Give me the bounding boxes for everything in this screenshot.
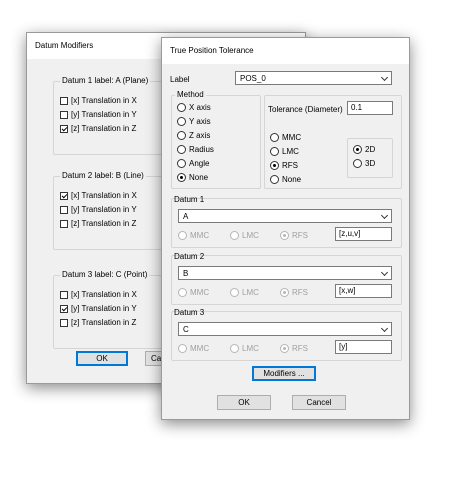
datum-2-section: Datum 2 B MMC LMC RFS [x,w] (171, 252, 402, 305)
method-z-axis-radio[interactable]: Z axis (177, 131, 210, 140)
tpt-title: True Position Tolerance (170, 46, 254, 55)
datum-3-combobox[interactable]: C (178, 322, 392, 336)
tolerance-input[interactable]: 0.1 (347, 101, 393, 115)
material-rfs-radio[interactable]: RFS (270, 161, 298, 170)
datum-3-caption: Datum 3 (174, 308, 205, 317)
datum-1-caption: Datum 1 (174, 195, 205, 204)
label-caption: Label (170, 75, 190, 84)
dimension-3d-radio[interactable]: 3D (353, 159, 375, 168)
datum-3-lmc-radio[interactable]: LMC (230, 344, 259, 353)
datum-3-rfs-radio[interactable]: RFS (280, 344, 308, 353)
chevron-down-icon[interactable] (380, 211, 389, 220)
chevron-down-icon[interactable] (380, 268, 389, 277)
datum-3-translation-z-checkbox[interactable]: [z] Translation in Z (60, 318, 136, 327)
datum-1-mmc-radio[interactable]: MMC (178, 231, 209, 240)
datum-2-rfs-radio[interactable]: RFS (280, 288, 308, 297)
modifiers-button[interactable]: Modifiers ... (252, 366, 316, 381)
checkbox-box[interactable] (60, 96, 68, 105)
chevron-down-icon[interactable] (380, 324, 389, 333)
tolerance-caption: Tolerance (Diameter) (268, 105, 343, 114)
dimension-2d-radio[interactable]: 2D (353, 145, 375, 154)
datum-1-rfs-radio[interactable]: RFS (280, 231, 308, 240)
datum-3-group-label: Datum 3 label: C (Point) (60, 270, 150, 279)
datum-3-group: Datum 3 label: C (Point) [x] Translation… (53, 270, 175, 349)
material-none-radio[interactable]: None (270, 175, 301, 184)
datum-1-translation-x-checkbox[interactable]: [x] Translation in X (60, 96, 137, 105)
datum-2-mmc-radio[interactable]: MMC (178, 288, 209, 297)
datum-2-group: Datum 2 label: B (Line) [x] Translation … (53, 171, 175, 250)
checkbox-box[interactable] (60, 191, 68, 200)
checkbox-box[interactable] (60, 219, 68, 228)
checkbox-box[interactable] (60, 110, 68, 119)
datum-2-modifier-field: [x,w] (335, 284, 392, 298)
tpt-ok-button[interactable]: OK (217, 395, 271, 410)
datum-1-group-label: Datum 1 label: A (Plane) (60, 76, 151, 85)
datum-3-translation-x-checkbox[interactable]: [x] Translation in X (60, 290, 137, 299)
material-lmc-radio[interactable]: LMC (270, 147, 299, 156)
checkbox-box[interactable] (60, 290, 68, 299)
tpt-cancel-button[interactable]: Cancel (292, 395, 346, 410)
datum-3-section: Datum 3 C MMC LMC RFS [y] (171, 308, 402, 361)
tpt-titlebar[interactable]: True Position Tolerance (162, 38, 409, 64)
datum-modifiers-title: Datum Modifiers (35, 41, 94, 50)
material-mmc-radio[interactable]: MMC (270, 133, 301, 142)
checkbox-box[interactable] (60, 205, 68, 214)
datum-1-section: Datum 1 A MMC LMC RFS [z,u,v] (171, 195, 402, 248)
datum-2-translation-y-checkbox[interactable]: [y] Translation in Y (60, 205, 137, 214)
datum-2-translation-z-checkbox[interactable]: [z] Translation in Z (60, 219, 136, 228)
tolerance-group: Tolerance (Diameter) 0.1 MMC LMC RFS Non… (264, 95, 402, 189)
datum-3-translation-y-checkbox[interactable]: [y] Translation in Y (60, 304, 137, 313)
datum-1-translation-z-checkbox[interactable]: [z] Translation in Z (60, 124, 136, 133)
datum-1-combobox[interactable]: A (178, 209, 392, 223)
method-angle-radio[interactable]: Angle (177, 159, 209, 168)
method-group: Method X axis Y axis Z axis Radius Angle… (171, 90, 261, 189)
datum-1-modifier-field: [z,u,v] (335, 227, 392, 241)
chevron-down-icon[interactable] (380, 73, 389, 82)
datum-2-group-label: Datum 2 label: B (Line) (60, 171, 146, 180)
datum-modifiers-ok-button[interactable]: OK (76, 351, 128, 366)
datum-2-lmc-radio[interactable]: LMC (230, 288, 259, 297)
method-x-axis-radio[interactable]: X axis (177, 103, 211, 112)
dimension-group: 2D 3D (347, 138, 393, 178)
method-radius-radio[interactable]: Radius (177, 145, 214, 154)
datum-3-mmc-radio[interactable]: MMC (178, 344, 209, 353)
datum-2-caption: Datum 2 (174, 252, 205, 261)
datum-1-lmc-radio[interactable]: LMC (230, 231, 259, 240)
checkbox-box[interactable] (60, 318, 68, 327)
datum-3-modifier-field: [y] (335, 340, 392, 354)
label-combobox[interactable]: POS_0 (235, 71, 392, 85)
datum-1-translation-y-checkbox[interactable]: [y] Translation in Y (60, 110, 137, 119)
method-group-label: Method (175, 90, 206, 99)
method-y-axis-radio[interactable]: Y axis (177, 117, 211, 126)
true-position-tolerance-window: True Position Tolerance Label POS_0 Meth… (161, 37, 410, 420)
datum-1-group: Datum 1 label: A (Plane) [x] Translation… (53, 76, 175, 155)
datum-2-combobox[interactable]: B (178, 266, 392, 280)
checkbox-box[interactable] (60, 304, 68, 313)
checkbox-box[interactable] (60, 124, 68, 133)
method-none-radio[interactable]: None (177, 173, 208, 182)
datum-2-translation-x-checkbox[interactable]: [x] Translation in X (60, 191, 137, 200)
